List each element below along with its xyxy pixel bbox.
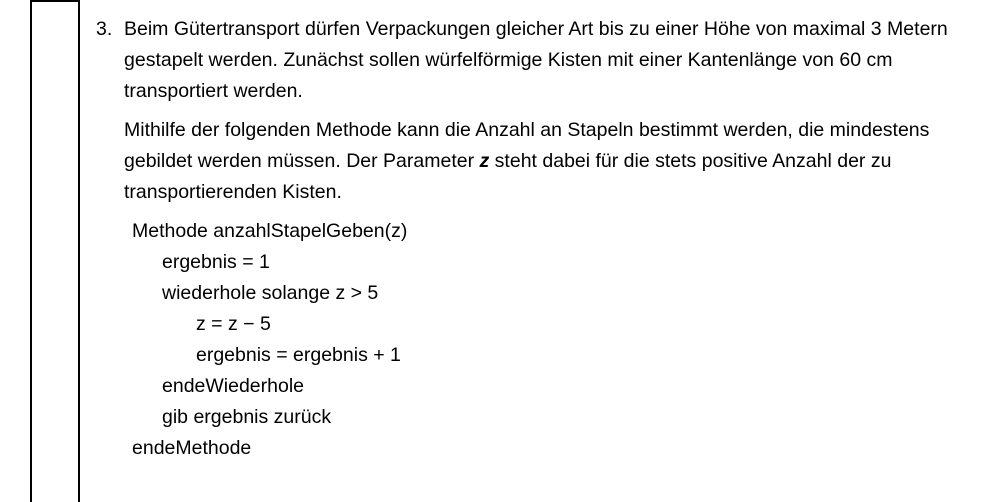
code-line-increment: ergebnis = ergebnis + 1 <box>196 344 401 366</box>
pseudocode-block: Methode anzahlStapelGeben(z) ergebnis = … <box>132 216 996 464</box>
frame-inner-border <box>78 0 80 502</box>
code-line-method-end: endeMethode <box>132 437 252 459</box>
task-item: 3. Beim Gütertransport dürfen Verpackung… <box>96 14 996 208</box>
code-line-loop-end: endeWiederhole <box>162 375 305 397</box>
task-paragraph-intro: Beim Gütertransport dürfen Verpackungen … <box>124 18 948 102</box>
parameter-z: z <box>479 150 490 172</box>
frame-top-border <box>30 0 78 5</box>
code-line-return: gib ergebnis zurück <box>162 406 332 428</box>
task-number: 3. <box>96 18 113 40</box>
frame-left-border <box>30 0 32 502</box>
task-content: 3. Beim Gütertransport dürfen Verpackung… <box>96 14 996 464</box>
task-paragraph-method: Mithilfe der folgenden Methode kann die … <box>124 115 996 208</box>
code-line-decrement: z = z − 5 <box>196 313 271 335</box>
code-line-loop-start: wiederhole solange z > 5 <box>162 282 379 304</box>
code-line-method-header: Methode anzahlStapelGeben(z) <box>132 220 408 242</box>
code-line-init: ergebnis = 1 <box>162 251 270 273</box>
